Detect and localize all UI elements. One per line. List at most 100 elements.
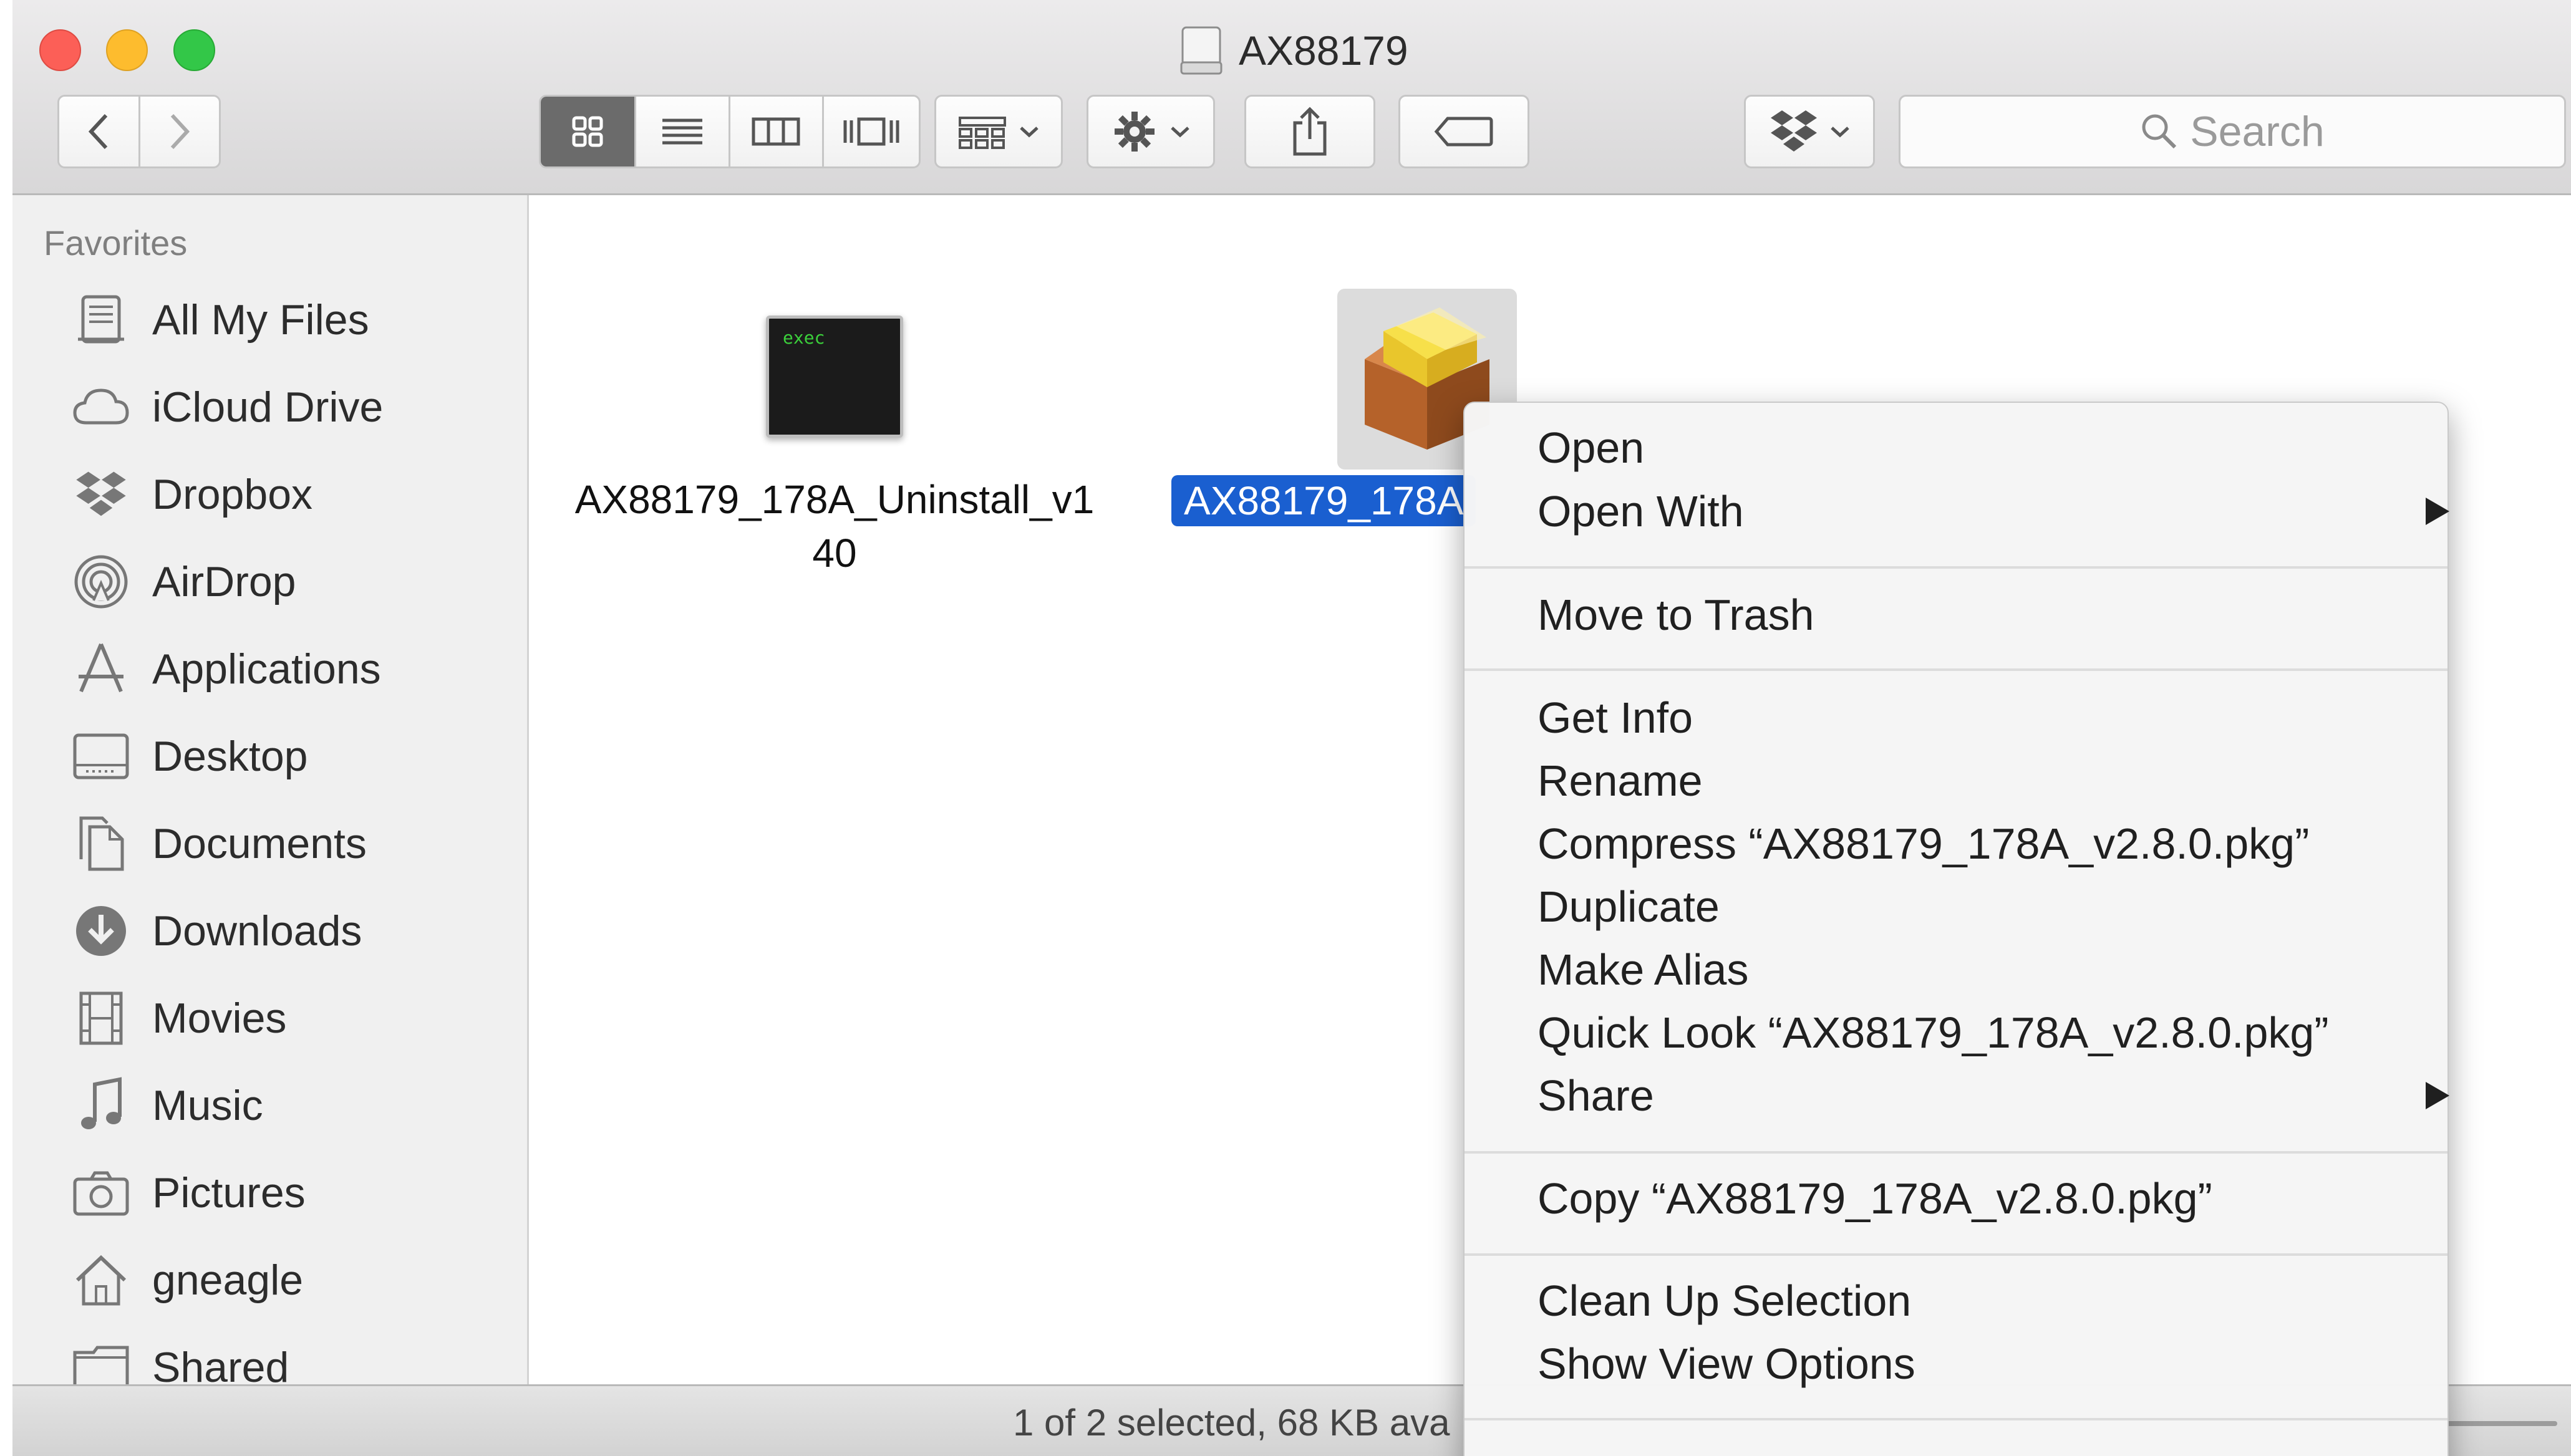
menu-item-copy[interactable]: Copy “AX88179_178A_v2.8.0.pkg” bbox=[1537, 1167, 2212, 1230]
columns-icon bbox=[752, 117, 800, 146]
sidebar-label: Downloads bbox=[152, 907, 362, 955]
sidebar-heading-favorites: Favorites bbox=[44, 223, 188, 263]
chevron-down-icon bbox=[1831, 127, 1849, 138]
close-window-button[interactable] bbox=[39, 29, 81, 71]
menu-item-compress[interactable]: Compress “AX88179_178A_v2.8.0.pkg” bbox=[1537, 812, 2309, 875]
sidebar-item-movies[interactable]: Movies bbox=[12, 981, 527, 1056]
file-name-package-selected[interactable]: AX88179_178A bbox=[1171, 475, 1476, 526]
share-icon bbox=[1293, 107, 1327, 156]
arrange-icon bbox=[959, 117, 1006, 149]
sidebar-item-music[interactable]: Music bbox=[12, 1068, 527, 1143]
menu-item-label: Open With bbox=[1537, 487, 1744, 536]
file-name-line2: 40 bbox=[812, 531, 857, 576]
chevron-down-icon bbox=[1020, 127, 1039, 138]
dropbox-icon bbox=[71, 465, 131, 524]
gear-icon bbox=[1115, 112, 1155, 152]
sidebar-item-airdrop[interactable]: AirDrop bbox=[12, 544, 527, 619]
menu-separator bbox=[1465, 1253, 2448, 1256]
tags-button[interactable] bbox=[1398, 95, 1529, 168]
all-my-files-icon bbox=[71, 290, 131, 350]
menu-item-rename[interactable]: Rename bbox=[1537, 750, 1703, 812]
menu-item-move-to-trash[interactable]: Move to Trash bbox=[1537, 584, 1814, 646]
dropbox-icon bbox=[1771, 110, 1817, 152]
dropbox-toolbar-button[interactable] bbox=[1744, 95, 1875, 168]
movies-icon bbox=[71, 988, 131, 1048]
view-mode-control bbox=[539, 95, 921, 168]
menu-separator bbox=[1465, 668, 2448, 671]
column-view-button[interactable] bbox=[730, 97, 825, 166]
desktop-icon bbox=[71, 726, 131, 786]
forward-button[interactable] bbox=[140, 97, 219, 166]
sidebar-item-documents[interactable]: Documents bbox=[12, 806, 527, 881]
cloud-icon bbox=[71, 377, 131, 437]
downloads-icon bbox=[71, 901, 131, 961]
sidebar-item-all-my-files[interactable]: All My Files bbox=[12, 282, 527, 357]
submenu-arrow-icon bbox=[2426, 1082, 2449, 1109]
sidebar-item-desktop[interactable]: Desktop bbox=[12, 719, 527, 794]
toolbar: AX88179 Search bbox=[12, 0, 2571, 195]
chevron-right-icon bbox=[170, 113, 190, 150]
file-name-uninstall[interactable]: AX88179_178A_Uninstall_v1 40 bbox=[566, 473, 1103, 580]
applications-icon bbox=[71, 639, 131, 699]
sidebar-label: Movies bbox=[152, 995, 287, 1042]
menu-item-get-info[interactable]: Get Info bbox=[1537, 687, 1693, 749]
nav-buttons bbox=[57, 95, 221, 168]
sidebar-item-dropbox[interactable]: Dropbox bbox=[12, 457, 527, 532]
window-title-group: AX88179 bbox=[1179, 22, 1408, 79]
grid-icon bbox=[572, 116, 603, 147]
share-button[interactable] bbox=[1244, 95, 1375, 168]
back-button[interactable] bbox=[59, 97, 140, 166]
sidebar-label: Documents bbox=[152, 820, 367, 867]
file-name-line1: AX88179_178A_Uninstall_v1 bbox=[574, 477, 1095, 522]
sidebar-label: Dropbox bbox=[152, 471, 313, 518]
menu-item-share[interactable]: Share bbox=[1537, 1064, 2449, 1127]
sidebar-item-applications[interactable]: Applications bbox=[12, 632, 527, 706]
sidebar-item-downloads[interactable]: Downloads bbox=[12, 894, 527, 968]
menu-item-open[interactable]: Open bbox=[1537, 417, 1644, 479]
sidebar: Favorites All My Files iCloud Drive Drop… bbox=[12, 195, 529, 1391]
menu-separator bbox=[1465, 1418, 2448, 1420]
list-view-button[interactable] bbox=[636, 97, 730, 166]
exec-icon-text: exec bbox=[783, 327, 825, 348]
action-button[interactable] bbox=[1087, 95, 1215, 168]
search-field[interactable]: Search bbox=[1899, 95, 2566, 168]
sidebar-label: gneagle bbox=[152, 1256, 304, 1304]
sidebar-label: Pictures bbox=[152, 1169, 306, 1217]
resize-slider[interactable] bbox=[2445, 1421, 2557, 1426]
cover-flow-icon bbox=[843, 117, 899, 146]
menu-item-quick-look[interactable]: Quick Look “AX88179_178A_v2.8.0.pkg” bbox=[1537, 1001, 2329, 1064]
sidebar-item-icloud-drive[interactable]: iCloud Drive bbox=[12, 370, 527, 445]
arrange-button[interactable] bbox=[934, 95, 1063, 168]
menu-separator bbox=[1465, 1151, 2448, 1154]
menu-item-make-alias[interactable]: Make Alias bbox=[1537, 938, 1748, 1001]
sidebar-label: Desktop bbox=[152, 733, 308, 780]
menu-item-duplicate[interactable]: Duplicate bbox=[1537, 875, 1720, 938]
file-item-uninstall[interactable]: exec bbox=[766, 316, 903, 438]
menu-item-show-view-options[interactable]: Show View Options bbox=[1537, 1333, 1915, 1395]
drive-icon bbox=[1180, 26, 1223, 75]
zoom-window-button[interactable] bbox=[173, 29, 215, 71]
window-title: AX88179 bbox=[1239, 27, 1408, 74]
list-icon bbox=[662, 118, 702, 145]
icon-view-button[interactable] bbox=[541, 97, 636, 166]
sidebar-label: Music bbox=[152, 1082, 263, 1129]
chevron-down-icon bbox=[1171, 127, 1189, 138]
music-icon bbox=[71, 1076, 131, 1135]
sidebar-label: AirDrop bbox=[152, 558, 296, 605]
chevron-left-icon bbox=[89, 113, 108, 150]
sidebar-item-pictures[interactable]: Pictures bbox=[12, 1155, 527, 1230]
exec-icon: exec bbox=[766, 316, 903, 438]
submenu-arrow-icon bbox=[2426, 498, 2449, 525]
sidebar-label: All My Files bbox=[152, 296, 369, 344]
menu-item-clean-up-selection[interactable]: Clean Up Selection bbox=[1537, 1270, 1911, 1332]
context-menu: Open Open With Move to Trash Get Info Re… bbox=[1463, 402, 2449, 1456]
menu-item-label: Share bbox=[1537, 1071, 1654, 1120]
cover-flow-view-button[interactable] bbox=[824, 97, 919, 166]
minimize-window-button[interactable] bbox=[106, 29, 148, 71]
documents-icon bbox=[71, 814, 131, 874]
sidebar-item-gneagle[interactable]: gneagle bbox=[12, 1243, 527, 1318]
menu-item-open-with[interactable]: Open With bbox=[1537, 480, 2449, 542]
airdrop-icon bbox=[71, 552, 131, 612]
status-text: 1 of 2 selected, 68 KB ava bbox=[1013, 1402, 1450, 1444]
sidebar-label: iCloud Drive bbox=[152, 383, 384, 431]
